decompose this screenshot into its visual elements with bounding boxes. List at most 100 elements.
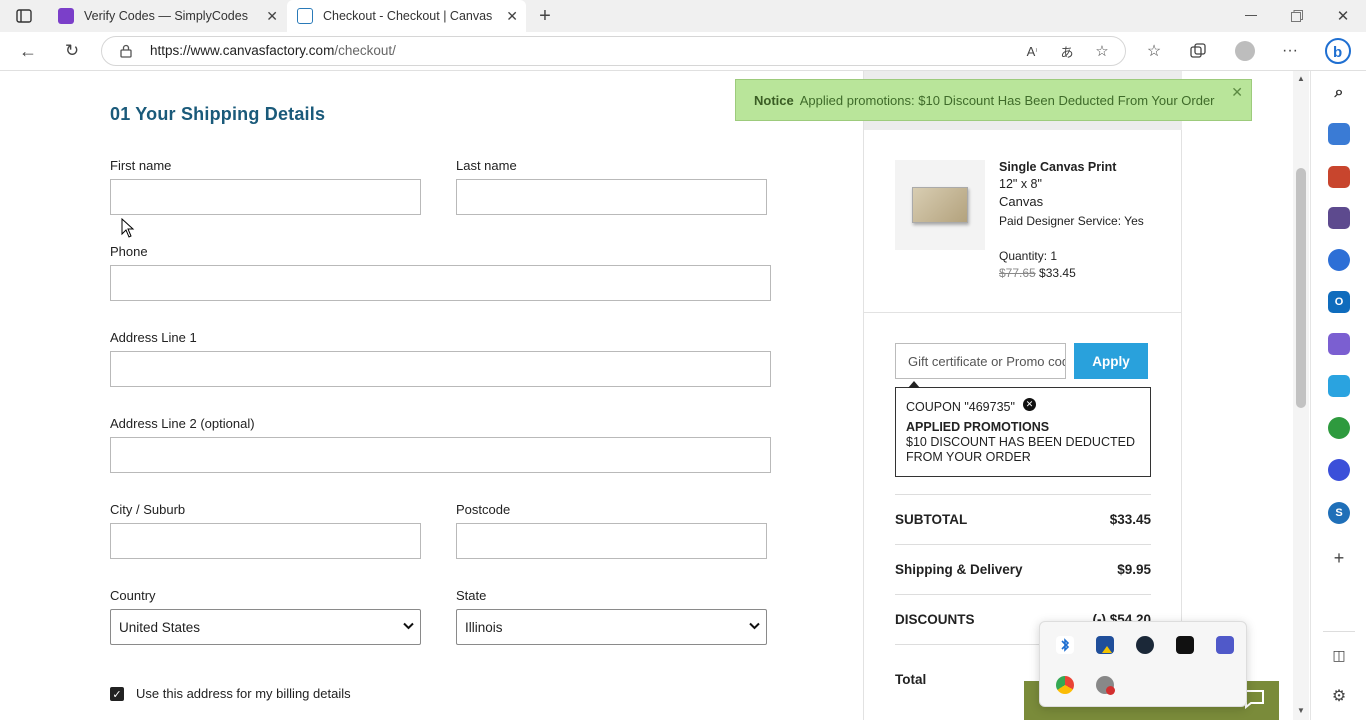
minimize-icon[interactable] [1242, 6, 1260, 26]
tools-icon[interactable] [1328, 166, 1350, 188]
subtotal-row: SUBTOTAL $33.45 [895, 494, 1151, 544]
outlook-icon[interactable]: O [1328, 291, 1350, 313]
tree-icon[interactable] [1328, 417, 1350, 439]
designer-service: Paid Designer Service: Yes [999, 214, 1144, 228]
tab-checkout[interactable]: Checkout - Checkout | Canvas Fa ✕ [287, 0, 526, 32]
old-price: $77.65 [999, 266, 1036, 280]
system-tray-overflow [1039, 621, 1247, 707]
close-notice-icon[interactable]: ✕ [1231, 84, 1243, 101]
tab-title: Verify Codes — SimplyCodes [84, 9, 248, 23]
new-tab-icon[interactable]: + [535, 5, 555, 27]
new-price: $33.45 [1039, 266, 1076, 280]
add-sidebar-app-icon[interactable]: + [1328, 547, 1350, 569]
first-name-field[interactable] [110, 179, 421, 215]
chevron-down-icon [749, 619, 760, 633]
scroll-down-icon[interactable]: ▼ [1297, 706, 1305, 715]
security-warning-icon[interactable] [1096, 636, 1114, 654]
country-value: United States [119, 620, 201, 635]
shopping-icon[interactable] [1328, 123, 1350, 145]
teams-icon[interactable] [1216, 636, 1234, 654]
state-select[interactable]: Illinois [456, 609, 767, 645]
translate-icon[interactable]: あ [1057, 42, 1077, 60]
tab-strip: Verify Codes — SimplyCodes ✕ Checkout - … [0, 0, 1366, 32]
edge-sidebar: ⌕ O S + ◫ ⚙ [1310, 71, 1366, 720]
close-window-icon[interactable]: ✕ [1334, 6, 1352, 26]
phone-field[interactable] [110, 265, 771, 301]
refresh-icon[interactable]: ↻ [61, 41, 83, 61]
close-tab-icon[interactable]: ✕ [506, 8, 518, 25]
postcode-field[interactable] [456, 523, 767, 559]
notice-banner: Notice Applied promotions: $10 Discount H… [735, 79, 1252, 121]
microsoft-365-icon[interactable] [1328, 249, 1350, 271]
add-favorite-icon[interactable]: ☆ [1092, 42, 1112, 60]
svg-text:b: b [1333, 44, 1342, 61]
city-field[interactable] [110, 523, 421, 559]
page-scrollbar[interactable]: ▲ ▼ [1293, 71, 1309, 720]
skype-icon[interactable]: S [1328, 502, 1350, 524]
collections-icon[interactable] [1188, 41, 1208, 61]
tab-title: Checkout - Checkout | Canvas Fa [323, 9, 495, 23]
games-icon[interactable] [1328, 207, 1350, 229]
discounts-label: DISCOUNTS [895, 612, 975, 627]
steam-icon[interactable] [1136, 636, 1154, 654]
remove-coupon-icon[interactable]: ✕ [1023, 398, 1036, 411]
shipping-row: Shipping & Delivery $9.95 [895, 544, 1151, 594]
address-line-2-field[interactable] [110, 437, 771, 473]
product-material: Canvas [999, 194, 1044, 209]
read-aloud-icon[interactable]: A ⁾ [1022, 42, 1042, 60]
canvas-print-image [912, 187, 968, 223]
address-bar[interactable]: https://www.canvasfactory.com/checkout/ … [101, 36, 1126, 66]
address-line-1-field[interactable] [110, 351, 771, 387]
product-price: $77.65 $33.45 [999, 266, 1076, 280]
back-icon[interactable]: ← [17, 41, 39, 61]
bluetooth-icon[interactable] [1056, 636, 1074, 654]
close-tab-icon[interactable]: ✕ [266, 8, 278, 25]
copilot-icon[interactable] [1328, 459, 1350, 481]
product-thumbnail [895, 160, 985, 250]
scrollbar-thumb[interactable] [1296, 168, 1306, 408]
product-name: Single Canvas Print [999, 160, 1117, 174]
bing-chat-icon[interactable]: b [1324, 36, 1352, 66]
notice-label: Notice [754, 93, 794, 108]
total-label: Total [895, 672, 927, 687]
address-line-2-label: Address Line 2 (optional) [110, 416, 255, 431]
scroll-up-icon[interactable]: ▲ [1297, 74, 1305, 83]
applied-promotions-text: $10 DISCOUNT HAS BEEN DEDUCTED FROM YOUR… [906, 435, 1135, 464]
address-line-1-label: Address Line 1 [110, 330, 197, 345]
tab-actions-icon[interactable] [14, 7, 34, 25]
notice-message: Applied promotions: $10 Discount Has Bee… [799, 93, 1215, 108]
applied-promotions-title: APPLIED PROMOTIONS [906, 420, 1050, 434]
app-tray-icon[interactable] [1176, 636, 1194, 654]
country-select[interactable]: United States [110, 609, 421, 645]
coupon-line: COUPON "469735" ✕ [906, 398, 1140, 415]
designer-icon[interactable] [1328, 333, 1350, 355]
shipping-section-title: 01 Your Shipping Details [110, 104, 326, 124]
more-menu-icon[interactable]: ··· [1280, 41, 1300, 61]
apply-button[interactable]: Apply [1074, 343, 1148, 379]
profile-avatar[interactable] [1234, 40, 1256, 62]
tab-simplycodes[interactable]: Verify Codes — SimplyCodes ✕ [48, 0, 286, 32]
search-icon[interactable]: ⌕ [1328, 82, 1350, 104]
state-label: State [456, 588, 487, 603]
coupon-code: COUPON "469735" [906, 400, 1015, 414]
last-name-label: Last name [456, 158, 517, 173]
product-size: 12" x 8" [999, 177, 1042, 191]
restore-icon[interactable] [1288, 6, 1306, 26]
google-app-icon[interactable] [1056, 676, 1074, 694]
url-text: https://www.canvasfactory.com/checkout/ [150, 43, 396, 58]
lock-icon[interactable] [118, 43, 134, 59]
billing-checkbox[interactable]: ✓ [110, 687, 124, 701]
last-name-field[interactable] [456, 179, 767, 215]
subtotal-label: SUBTOTAL [895, 512, 968, 527]
product-quantity: Quantity: 1 [999, 249, 1058, 263]
city-label: City / Suburb [110, 502, 186, 517]
favorites-icon[interactable]: ☆ [1144, 41, 1164, 61]
url-path: /checkout/ [334, 43, 396, 58]
address-toolbar: ← ↻ https://www.canvasfactory.com/checko… [0, 32, 1366, 71]
chevron-down-icon [403, 619, 414, 633]
disconnected-app-icon[interactable] [1096, 676, 1115, 695]
sidebar-toggle-icon[interactable]: ◫ [1328, 644, 1350, 666]
settings-gear-icon[interactable]: ⚙ [1328, 685, 1350, 707]
send-icon[interactable] [1328, 375, 1350, 397]
promo-code-input[interactable]: Gift certificate or Promo code [895, 343, 1066, 379]
